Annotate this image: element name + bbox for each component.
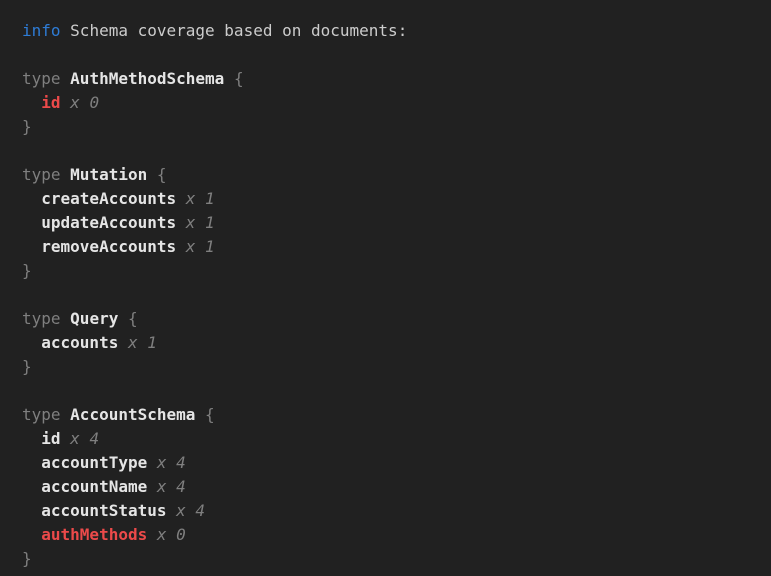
field-count: x 4 (70, 429, 99, 448)
field-count: x 1 (186, 213, 215, 232)
field-name: removeAccounts (41, 237, 176, 256)
field-row: id x 4 (22, 427, 761, 451)
type-keyword: type (22, 309, 61, 328)
close-brace-line: } (22, 547, 761, 571)
field-count: x 1 (186, 237, 215, 256)
type-header: type AccountSchema { (22, 403, 761, 427)
field-count: x 1 (186, 189, 215, 208)
field-count: x 4 (157, 453, 186, 472)
field-name: accounts (41, 333, 118, 352)
field-name: id (41, 429, 60, 448)
type-keyword: type (22, 165, 61, 184)
close-brace-line: } (22, 259, 761, 283)
open-brace: { (234, 69, 244, 88)
field-row: updateAccounts x 1 (22, 211, 761, 235)
field-count: x 0 (157, 525, 186, 544)
terminal-output: info Schema coverage based on documents:… (0, 0, 771, 576)
close-brace: } (22, 117, 32, 136)
type-name: Mutation (70, 165, 147, 184)
type-name: AuthMethodSchema (70, 69, 224, 88)
field-row: createAccounts x 1 (22, 187, 761, 211)
type-header: type Mutation { (22, 163, 761, 187)
type-name: Query (70, 309, 118, 328)
info-line: info Schema coverage based on documents: (22, 19, 761, 43)
open-brace: { (128, 309, 138, 328)
field-row: removeAccounts x 1 (22, 235, 761, 259)
type-keyword: type (22, 405, 61, 424)
info-message: Schema coverage based on documents: (70, 21, 407, 40)
blank-line (22, 43, 761, 67)
close-brace-line: } (22, 355, 761, 379)
field-name: accountStatus (41, 501, 166, 520)
field-row: accountName x 4 (22, 475, 761, 499)
type-keyword: type (22, 69, 61, 88)
field-row: accountStatus x 4 (22, 499, 761, 523)
field-row: accountType x 4 (22, 451, 761, 475)
info-tag: info (22, 21, 61, 40)
field-name: id (41, 93, 60, 112)
field-count: x 1 (128, 333, 157, 352)
field-name: accountType (41, 453, 147, 472)
field-count: x 4 (157, 477, 186, 496)
close-brace: } (22, 549, 32, 568)
open-brace: { (205, 405, 215, 424)
field-name: createAccounts (41, 189, 176, 208)
blank-line (22, 283, 761, 307)
type-header: type AuthMethodSchema { (22, 67, 761, 91)
type-header: type Query { (22, 307, 761, 331)
field-row: authMethods x 0 (22, 523, 761, 547)
close-brace: } (22, 357, 32, 376)
close-brace: } (22, 261, 32, 280)
type-name: AccountSchema (70, 405, 195, 424)
blank-line (22, 139, 761, 163)
field-count: x 0 (70, 93, 99, 112)
close-brace-line: } (22, 115, 761, 139)
field-name: authMethods (41, 525, 147, 544)
field-row: accounts x 1 (22, 331, 761, 355)
field-count: x 4 (176, 501, 205, 520)
open-brace: { (157, 165, 167, 184)
field-row: id x 0 (22, 91, 761, 115)
field-name: updateAccounts (41, 213, 176, 232)
blank-line (22, 379, 761, 403)
field-name: accountName (41, 477, 147, 496)
